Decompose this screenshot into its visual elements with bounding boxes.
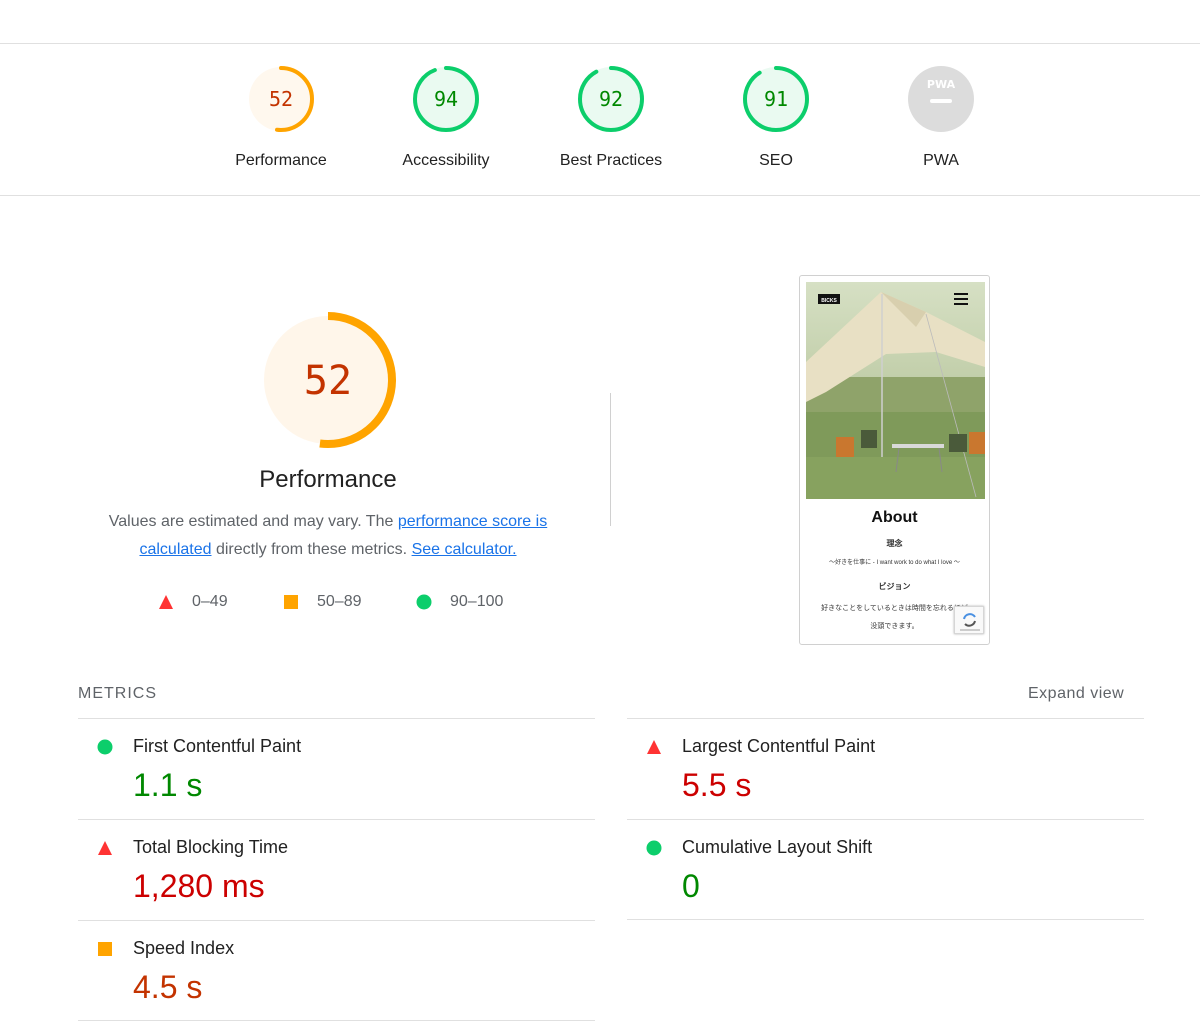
pwa-icon: PWA: [908, 66, 974, 132]
final-screenshot[interactable]: BICKS About 理念 ～好きを仕事に - I want work to …: [799, 275, 990, 645]
legend-pass: 90–100: [416, 592, 503, 612]
recaptcha-icon: [960, 613, 980, 631]
recaptcha-badge[interactable]: [954, 606, 984, 634]
description-text: directly from these metrics.: [211, 541, 412, 558]
metrics-heading: METRICS: [78, 685, 157, 702]
performance-title: Performance: [259, 466, 397, 493]
square-icon: [98, 942, 112, 956]
metric-value: 5.5 s: [682, 767, 752, 803]
legend-range: 50–89: [317, 593, 362, 610]
gauge-score: 94: [434, 87, 458, 111]
legend-range: 0–49: [192, 593, 228, 610]
triangle-icon: [98, 841, 112, 855]
svg-text:PWA: PWA: [927, 78, 956, 91]
metric-lcp: Largest Contentful Paint 5.5 s: [627, 718, 1144, 819]
subheading-philosophy: 理念: [886, 539, 903, 548]
metric-fcp: First Contentful Paint 1.1 s: [78, 718, 595, 819]
gauge-score: 91: [764, 87, 788, 111]
gauge-ring: 52: [248, 66, 314, 132]
gauge-score: 92: [599, 87, 623, 111]
legend-fail: 0–49: [158, 592, 228, 612]
metric-value: 1,280 ms: [133, 868, 265, 904]
performance-score: 52: [304, 358, 352, 404]
gauge-label: Best Practices: [559, 152, 663, 169]
description-text: Values are estimated and may vary. The: [108, 513, 398, 530]
site-logo: BICKS: [821, 298, 837, 304]
metric-speed-index: Speed Index 4.5 s: [78, 920, 595, 1021]
gauge-pwa[interactable]: PWA PWA: [876, 64, 1006, 170]
gauge-seo[interactable]: 91 SEO: [711, 64, 841, 170]
gauge-ring: 92: [578, 66, 644, 132]
gauge-ring: 91: [743, 66, 809, 132]
gauge-label: Performance: [235, 152, 327, 169]
metric-title: First Contentful Paint: [133, 736, 302, 756]
performance-gauge: 52: [258, 310, 398, 455]
circle-icon: [97, 739, 113, 755]
philosophy-text: ～好きを仕事に - I want work to do what I love …: [829, 560, 960, 566]
gauge-best-practices[interactable]: 92 Best Practices: [546, 64, 676, 170]
metric-tbt: Total Blocking Time 1,280 ms: [78, 819, 595, 920]
metric-value: 1.1 s: [133, 767, 203, 803]
divider: [610, 393, 611, 526]
metric-title: Largest Contentful Paint: [682, 736, 876, 756]
top-bar: [0, 0, 1200, 44]
gauge-score: 52: [269, 87, 293, 111]
performance-description: Values are estimated and may vary. The p…: [80, 508, 576, 564]
about-heading: About: [871, 509, 918, 526]
score-summary: 52 Performance 94 Accessibility 92 Best …: [0, 44, 1200, 196]
gauge-label: Accessibility: [402, 152, 490, 169]
subheading-vision: ビジョン: [878, 582, 911, 591]
gauge-label: SEO: [759, 152, 793, 169]
gauge-ring: 94: [413, 66, 479, 132]
hero-photo: BICKS: [806, 282, 985, 499]
metric-title: Speed Index: [133, 938, 235, 958]
gauge-accessibility[interactable]: 94 Accessibility: [381, 64, 511, 170]
circle-icon: [416, 594, 432, 610]
divider: [627, 919, 1144, 920]
metric-value: 4.5 s: [133, 969, 203, 1005]
gauge-performance[interactable]: 52 Performance: [216, 64, 346, 170]
divider: [78, 1020, 595, 1021]
square-icon: [284, 595, 298, 609]
gauge-label: PWA: [923, 152, 959, 169]
see-calculator-link[interactable]: See calculator.: [412, 541, 517, 558]
legend-average: 50–89: [283, 592, 362, 612]
circle-icon: [646, 840, 662, 856]
metric-title: Total Blocking Time: [133, 837, 289, 857]
metric-title: Cumulative Layout Shift: [682, 837, 873, 857]
triangle-icon: [647, 740, 661, 754]
metric-value: 0: [682, 868, 700, 904]
triangle-icon: [159, 595, 173, 609]
expand-view-button[interactable]: Expand view: [1028, 685, 1124, 703]
metric-cls: Cumulative Layout Shift 0: [627, 819, 1144, 920]
legend-range: 90–100: [450, 593, 504, 610]
